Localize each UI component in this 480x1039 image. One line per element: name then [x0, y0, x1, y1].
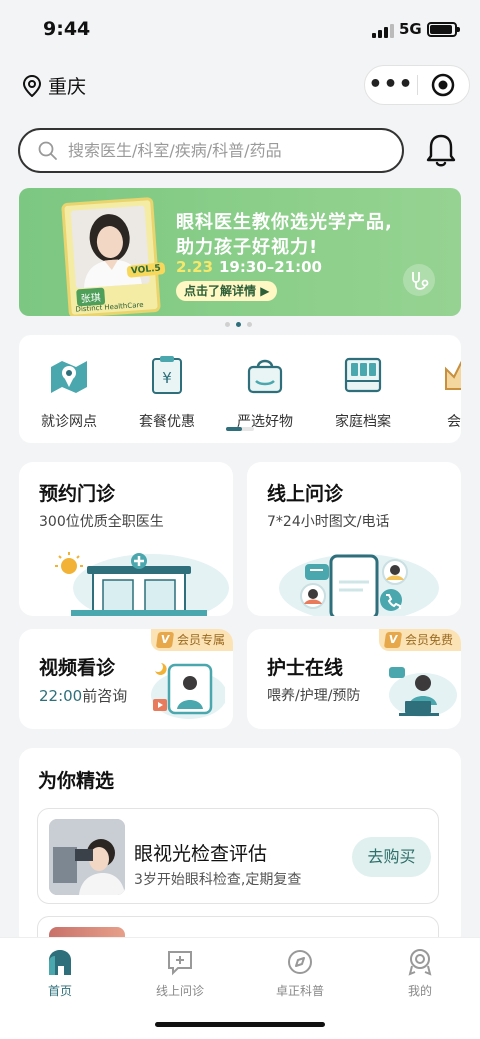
service-label: 套餐优惠	[139, 414, 195, 430]
location-city: 重庆	[48, 76, 87, 98]
tab-online-consult[interactable]: 线上问诊	[120, 946, 240, 999]
battery-icon	[427, 22, 460, 37]
online-subtitle: 7*24小时图文/电话	[267, 514, 390, 530]
service-label: 会员	[447, 414, 461, 430]
banner-title-line2: 助力孩子好视力!	[176, 237, 319, 258]
service-label: 家庭档案	[335, 414, 391, 430]
badge-label: 会员免费	[404, 633, 453, 647]
tab-label: 线上问诊	[155, 984, 204, 998]
tab-science[interactable]: 卓正科普	[240, 946, 360, 999]
video-time: 22:00	[39, 687, 83, 705]
play-arrow-icon: ▶	[260, 284, 270, 298]
network-label: 5G	[399, 20, 422, 38]
phone-chat-icon	[279, 554, 439, 616]
stethoscope-icon	[403, 264, 435, 296]
clinic-building-icon	[55, 552, 229, 616]
doctor-photo-card: 张琪 Distinct HealthCare	[61, 196, 161, 316]
page-dot	[225, 322, 230, 327]
target-icon	[432, 73, 455, 97]
product-image	[49, 819, 125, 895]
shopping-bag-icon	[215, 353, 315, 395]
banner-cta-label: 点击了解详情	[184, 284, 257, 298]
location-selector[interactable]: 重庆	[22, 72, 86, 99]
more-button[interactable]: •••	[365, 66, 417, 104]
member-free-badge: V 会员免费	[378, 629, 461, 651]
video-subtitle-rest: 前咨询	[82, 687, 128, 705]
service-item-clinics[interactable]: 就诊网点	[19, 353, 119, 431]
online-consultation-card[interactable]: 线上问诊 7*24小时图文/电话	[247, 462, 461, 616]
search-input[interactable]	[68, 141, 368, 160]
service-strip: 就诊网点 ¥ 套餐优惠 严选好物 家庭档案 会	[19, 335, 461, 443]
status-time: 9:44	[43, 18, 91, 40]
video-title: 视频看诊	[39, 657, 116, 679]
status-bar: 9:44 5G	[0, 0, 480, 58]
svg-text:¥: ¥	[162, 369, 172, 387]
service-item-packages[interactable]: ¥ 套餐优惠	[117, 353, 217, 431]
service-item-membership[interactable]: 会员	[411, 353, 461, 431]
page-dot-active	[236, 322, 241, 327]
recommendation-title: 为你精选	[38, 770, 115, 792]
tab-label: 首页	[47, 984, 72, 998]
banner-cta-button[interactable]: 点击了解详情 ▶	[176, 281, 278, 301]
tab-label: 我的	[407, 984, 432, 998]
tab-home[interactable]: 首页	[0, 946, 120, 999]
member-exclusive-badge: V 会员专属	[150, 629, 233, 651]
profile-icon	[360, 946, 480, 978]
search-bar[interactable]	[18, 128, 404, 173]
promo-banner[interactable]: 张琪 Distinct HealthCare VOL.5 眼科医生教你选光学产品…	[19, 188, 461, 316]
search-icon	[38, 141, 57, 160]
online-title: 线上问诊	[267, 483, 344, 505]
banner-date: 2.23	[176, 258, 214, 276]
close-miniprogram-button[interactable]	[418, 73, 469, 97]
video-subtitle: 22:00前咨询	[39, 685, 127, 706]
service-label: 就诊网点	[41, 414, 97, 430]
home-indicator	[155, 1022, 325, 1027]
vip-mark-icon: V	[383, 632, 403, 648]
badge-label: 会员专属	[176, 633, 225, 647]
buy-button[interactable]: 去购买	[352, 837, 431, 877]
service-item-shop[interactable]: 严选好物	[215, 353, 315, 431]
tab-profile[interactable]: 我的	[360, 946, 480, 999]
appointment-card[interactable]: 预约门诊 300位优质全职医生	[19, 462, 233, 616]
nurse-laptop-icon	[389, 667, 457, 717]
vol-tag: VOL.5	[126, 262, 166, 278]
nurse-online-card[interactable]: V 会员免费 护士在线 喂养/护理/预防	[247, 629, 461, 729]
product-name: 眼视光检查评估	[134, 843, 268, 865]
banner-title-line1: 眼科医生教你选光学产品,	[176, 212, 393, 233]
miniprogram-capsule: •••	[364, 65, 470, 105]
banner-pagination	[225, 322, 252, 327]
product-desc: 3岁开始眼科检查,定期复查	[134, 872, 302, 888]
tab-label: 卓正科普	[275, 984, 324, 998]
page-dot	[247, 322, 252, 327]
chat-plus-icon	[120, 946, 240, 978]
appointment-title: 预约门诊	[39, 483, 116, 505]
home-icon	[0, 946, 120, 978]
product-card[interactable]: 眼视光检查评估 3岁开始眼科检查,定期复查 去购买	[37, 808, 439, 904]
service-scroll-indicator	[226, 427, 254, 431]
crown-icon	[411, 353, 461, 395]
nurse-title: 护士在线	[267, 657, 344, 679]
signal-icon	[372, 24, 394, 38]
file-cabinet-icon	[313, 353, 413, 395]
banner-time: 19:30–21:00	[219, 258, 322, 276]
video-consultation-card[interactable]: V 会员专属 视频看诊 22:00前咨询	[19, 629, 233, 729]
vip-mark-icon: V	[155, 632, 175, 648]
appointment-subtitle: 300位优质全职医生	[39, 514, 164, 530]
location-pin-icon	[22, 74, 42, 97]
map-icon	[19, 353, 119, 395]
nurse-subtitle: 喂养/护理/预防	[267, 688, 361, 704]
voucher-icon: ¥	[117, 353, 217, 395]
bell-icon[interactable]	[424, 132, 458, 168]
compass-icon	[240, 946, 360, 978]
service-item-family-records[interactable]: 家庭档案	[313, 353, 413, 431]
video-doctor-icon	[151, 663, 225, 719]
